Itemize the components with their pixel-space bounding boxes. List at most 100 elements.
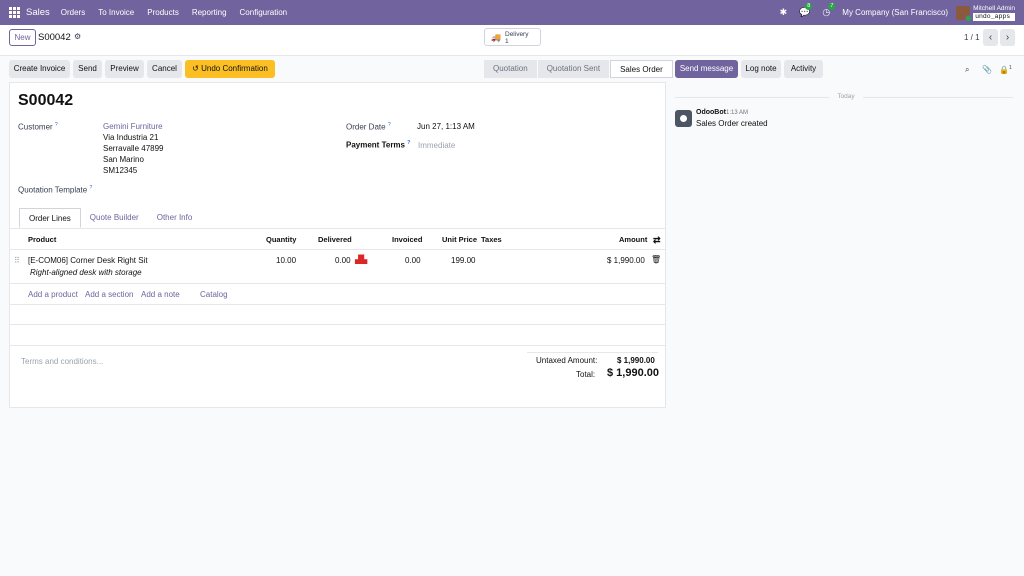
paperclip-icon[interactable]: 📎 <box>982 65 992 74</box>
pager-value[interactable]: 1 / 1 <box>964 33 980 42</box>
customer-address-line: SM12345 <box>103 166 138 175</box>
forecast-chart-icon[interactable]: ▟▙ <box>355 255 367 264</box>
column-header-taxes[interactable]: Taxes <box>481 235 502 244</box>
followers-count: 1 <box>1008 65 1012 71</box>
send-message-button[interactable]: Send message <box>675 60 738 78</box>
total-value: $ 1,990.00 <box>607 367 659 379</box>
delivery-label: Delivery 1 <box>505 31 529 45</box>
column-header-unit-price[interactable]: Unit Price <box>442 235 477 244</box>
line-delivered[interactable]: 0.00 <box>335 256 351 265</box>
trash-icon[interactable]: 🗑 <box>651 255 661 264</box>
menu-reporting[interactable]: Reporting <box>192 8 227 17</box>
new-button[interactable]: New <box>9 29 36 46</box>
menu-products[interactable]: Products <box>147 8 179 17</box>
tab-other-info[interactable]: Other Info <box>148 208 202 228</box>
line-quantity[interactable]: 10.00 <box>276 256 296 265</box>
activities-badge: 7 <box>828 3 836 10</box>
gear-icon[interactable]: ⚙ <box>74 32 81 41</box>
user-menu[interactable]: Mitchell Admin undo_apps <box>973 5 1015 21</box>
activity-button[interactable]: Activity <box>784 60 823 78</box>
truck-icon: 🚚 <box>491 33 501 42</box>
catalog-link[interactable]: Catalog <box>200 290 228 299</box>
breadcrumb-record-name: S00042 <box>38 32 71 43</box>
odoobot-avatar[interactable] <box>675 110 692 127</box>
status-sales-order[interactable]: Sales Order <box>610 60 673 78</box>
line-description[interactable]: Right-aligned desk with storage <box>30 268 142 277</box>
undo-icon: ↺ <box>192 64 202 73</box>
delivery-smart-button[interactable]: 🚚 Delivery 1 <box>484 28 541 46</box>
customer-address-line: Serravalle 47899 <box>103 144 164 153</box>
column-header-amount[interactable]: Amount <box>619 235 647 244</box>
row-divider <box>10 345 665 346</box>
payment-terms-label: Payment Terms ? <box>346 140 411 150</box>
log-note-button[interactable]: Log note <box>741 60 781 78</box>
database-name: undo_apps <box>973 12 1015 21</box>
customer-address-line: San Marino <box>103 155 144 164</box>
pager-next-icon[interactable]: › <box>1000 29 1015 46</box>
user-name: Mitchell Admin <box>973 4 1015 12</box>
row-divider <box>10 324 665 325</box>
column-header-product[interactable]: Product <box>28 235 56 244</box>
order-date-label: Order Date ? <box>346 122 391 132</box>
untaxed-amount-label: Untaxed Amount: <box>536 356 598 365</box>
form-sheet: S00042 Customer ? Gemini Furniture Via I… <box>9 82 666 408</box>
line-unit-price[interactable]: 199.00 <box>451 256 475 265</box>
add-note-link[interactable]: Add a note <box>141 290 180 299</box>
row-divider <box>10 283 665 284</box>
quotation-template-label: Quotation Template ? <box>18 185 93 195</box>
payment-terms-field[interactable]: Immediate <box>418 141 455 150</box>
apps-menu-icon[interactable] <box>9 7 20 18</box>
company-switcher[interactable]: My Company (San Francisco) <box>842 8 948 17</box>
activities-icon[interactable]: ◷ 7 <box>822 3 836 18</box>
customer-label: Customer ? <box>18 122 58 132</box>
notebook-tabs: Order Lines Quote Builder Other Info <box>19 208 201 228</box>
tab-divider <box>10 228 665 229</box>
cancel-button[interactable]: Cancel <box>147 60 182 78</box>
status-quotation[interactable]: Quotation <box>484 60 537 78</box>
line-invoiced: 0.00 <box>405 256 421 265</box>
terms-conditions-field[interactable]: Terms and conditions... <box>21 357 103 366</box>
preview-button[interactable]: Preview <box>105 60 144 78</box>
drag-handle-icon[interactable]: ⠿ <box>14 256 20 265</box>
menu-configuration[interactable]: Configuration <box>240 8 288 17</box>
order-title: S00042 <box>18 92 74 109</box>
top-navbar: Sales Orders To Invoice Products Reporti… <box>0 0 1024 25</box>
search-icon[interactable]: ⌕ <box>965 65 969 75</box>
status-bar: Quotation Quotation Sent Sales Order <box>484 60 674 78</box>
create-invoice-button[interactable]: Create Invoice <box>9 60 70 78</box>
add-section-link[interactable]: Add a section <box>85 290 133 299</box>
send-button[interactable]: Send <box>73 60 102 78</box>
customer-address-line: Via Industria 21 <box>103 133 159 142</box>
messages-badge: 8 <box>805 3 813 10</box>
column-header-invoiced[interactable]: Invoiced <box>392 235 422 244</box>
untaxed-amount-value: $ 1,990.00 <box>617 356 655 365</box>
tab-quote-builder[interactable]: Quote Builder <box>81 208 148 228</box>
line-amount: $ 1,990.00 <box>607 256 645 265</box>
message-author[interactable]: OdooBot <box>696 109 726 116</box>
followers-icon[interactable]: 🔒1 <box>999 65 1012 75</box>
column-header-delivered[interactable]: Delivered <box>318 235 352 244</box>
undo-confirmation-button[interactable]: ↺ Undo Confirmation <box>185 60 275 78</box>
message-time: 1:13 AM <box>726 110 749 116</box>
menu-orders[interactable]: Orders <box>61 8 85 17</box>
row-divider <box>10 304 665 305</box>
user-avatar[interactable] <box>956 5 973 22</box>
add-product-link[interactable]: Add a product <box>28 290 78 299</box>
total-label: Total: <box>576 370 596 379</box>
app-name[interactable]: Sales <box>26 7 50 18</box>
bug-icon[interactable]: ✱ <box>780 7 788 18</box>
date-separator-line <box>863 97 1013 98</box>
status-quotation-sent[interactable]: Quotation Sent <box>537 60 610 78</box>
customer-name-link[interactable]: Gemini Furniture <box>103 122 163 131</box>
column-header-quantity[interactable]: Quantity <box>266 235 296 244</box>
chatter-panel: Send message Log note Activity ⌕ 📎 🔒1 To… <box>668 56 1024 576</box>
tab-order-lines[interactable]: Order Lines <box>19 208 81 228</box>
order-date-field[interactable]: Jun 27, 1:13 AM <box>417 122 475 131</box>
menu-to-invoice[interactable]: To Invoice <box>98 8 134 17</box>
table-header-divider <box>10 249 665 250</box>
messages-icon[interactable]: 💬 8 <box>799 3 813 18</box>
line-product[interactable]: [E-COM06] Corner Desk Right Sit <box>28 256 148 265</box>
totals-divider <box>527 352 658 353</box>
pager-previous-icon[interactable]: ‹ <box>983 29 998 46</box>
optional-columns-icon[interactable]: ⇄ <box>653 235 661 246</box>
